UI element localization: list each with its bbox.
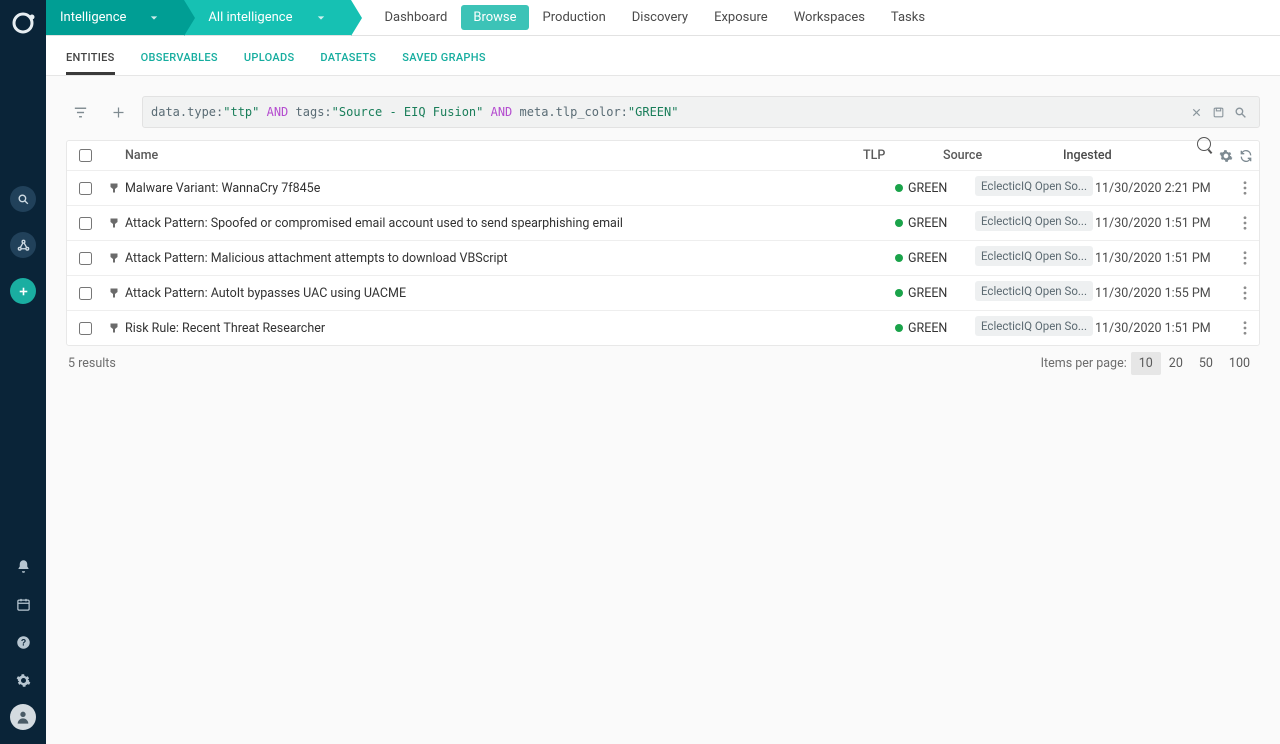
table-row[interactable]: Attack Pattern: Malicious attachment att… [67,241,1259,276]
row-name: Attack Pattern: Malicious attachment att… [125,251,895,266]
row-checkbox[interactable] [79,287,92,300]
entity-type-icon [103,252,125,264]
gear-icon[interactable] [9,666,37,694]
table-row[interactable]: Attack Pattern: AutoIt bypasses UAC usin… [67,276,1259,311]
sub-tabs: ENTITIES OBSERVABLES UPLOADS DATASETS SAVED … [46,36,1280,76]
header-source[interactable]: Source [943,148,1063,163]
add-icon[interactable] [10,278,36,304]
row-source: EclecticIQ Open So... [975,176,1095,200]
row-checkbox[interactable] [79,322,92,335]
avatar[interactable] [10,704,36,730]
row-ingested: 11/30/2020 1:51 PM [1095,216,1231,231]
per-page-20[interactable]: 20 [1161,352,1191,375]
table-row[interactable]: Risk Rule: Recent Threat ResearcherGREEN… [67,311,1259,345]
graph-icon[interactable] [10,232,36,258]
row-ingested: 11/30/2020 1:55 PM [1095,286,1231,301]
calendar-icon[interactable] [9,590,37,618]
breadcrumb-level2[interactable]: All intelligence [184,0,350,35]
table-row[interactable]: Malware Variant: WannaCry 7f845eGREENEcl… [67,171,1259,206]
per-page-100[interactable]: 100 [1221,352,1258,375]
query-text: data.type:"ttp" AND tags:"Source - EIQ F… [151,105,1185,119]
row-ingested: 11/30/2020 2:21 PM [1095,181,1231,196]
per-page-50[interactable]: 50 [1191,352,1221,375]
row-actions-icon[interactable] [1231,216,1259,230]
refresh-icon[interactable] [1239,149,1253,163]
row-source: EclecticIQ Open So... [975,246,1095,270]
breadcrumb-level2-label: All intelligence [208,10,292,25]
row-actions-icon[interactable] [1231,286,1259,300]
row-checkbox[interactable] [79,252,92,265]
row-tlp: GREEN [895,251,975,266]
select-all-checkbox[interactable] [79,149,92,162]
filter-icon[interactable] [66,98,94,126]
query-input[interactable]: data.type:"ttp" AND tags:"Source - EIQ F… [142,96,1260,128]
header-tlp[interactable]: TLP [863,148,943,163]
app-logo [10,10,36,36]
row-actions-icon[interactable] [1231,321,1259,335]
row-actions-icon[interactable] [1231,251,1259,265]
top-nav: DashboardBrowseProductionDiscoveryExposu… [373,5,938,30]
row-tlp: GREEN [895,286,975,301]
table-header: Name TLP Source Ingested [67,141,1259,171]
table-row[interactable]: Attack Pattern: Spoofed or compromised e… [67,206,1259,241]
items-per-page-label: Items per page: [1041,356,1127,371]
row-checkbox[interactable] [79,217,92,230]
row-name: Malware Variant: WannaCry 7f845e [125,181,895,196]
nav-production[interactable]: Production [531,5,618,30]
left-sidebar: ? [0,0,46,744]
entity-type-icon [103,182,125,194]
entity-type-icon [103,322,125,334]
row-name: Risk Rule: Recent Threat Researcher [125,321,895,336]
nav-discovery[interactable]: Discovery [620,5,700,30]
header-ingested[interactable]: Ingested [1063,148,1199,163]
results-table: Name TLP Source Ingested Malware Variant… [66,140,1260,346]
nav-dashboard[interactable]: Dashboard [373,5,460,30]
search-icon[interactable] [1229,101,1251,123]
clear-icon[interactable] [1185,101,1207,123]
top-bar: Intelligence All intelligence DashboardB… [46,0,1280,36]
per-page-10[interactable]: 10 [1131,352,1161,375]
entity-type-icon [103,287,125,299]
table-footer: 5 results Items per page: 102050100 [46,346,1280,381]
row-source: EclecticIQ Open So... [975,316,1095,340]
nav-tasks[interactable]: Tasks [879,5,937,30]
results-count: 5 results [68,356,116,371]
row-tlp: GREEN [895,181,975,196]
add-filter-icon[interactable] [104,98,132,126]
tab-observables[interactable]: OBSERVABLES [141,39,218,75]
row-source: EclecticIQ Open So... [975,211,1095,235]
row-source: EclecticIQ Open So... [975,281,1095,305]
save-query-icon[interactable] [1207,101,1229,123]
bell-icon[interactable] [9,552,37,580]
search-icon[interactable] [10,186,36,212]
row-ingested: 11/30/2020 1:51 PM [1095,251,1231,266]
header-name[interactable]: Name [125,148,863,163]
tab-saved-graphs[interactable]: SAVED GRAPHS [402,39,486,75]
nav-workspaces[interactable]: Workspaces [782,5,877,30]
nav-exposure[interactable]: Exposure [702,5,780,30]
items-per-page: Items per page: 102050100 [1041,356,1258,371]
breadcrumb-level1-label: Intelligence [60,10,126,25]
entity-type-icon [103,217,125,229]
svg-text:?: ? [20,637,25,647]
row-actions-icon[interactable] [1231,181,1259,195]
query-row: data.type:"ttp" AND tags:"Source - EIQ F… [46,76,1280,140]
tab-datasets[interactable]: DATASETS [320,39,376,75]
tab-entities[interactable]: ENTITIES [66,39,115,75]
help-icon[interactable]: ? [9,628,37,656]
columns-settings-icon[interactable] [1219,149,1233,163]
tab-uploads[interactable]: UPLOADS [244,39,295,75]
row-tlp: GREEN [895,216,975,231]
breadcrumb-level1[interactable]: Intelligence [46,0,184,35]
row-tlp: GREEN [895,321,975,336]
row-name: Attack Pattern: AutoIt bypasses UAC usin… [125,286,895,301]
row-checkbox[interactable] [79,182,92,195]
chevron-down-icon [317,14,325,22]
nav-browse[interactable]: Browse [461,5,528,30]
row-ingested: 11/30/2020 1:51 PM [1095,321,1231,336]
row-name: Attack Pattern: Spoofed or compromised e… [125,216,895,231]
chevron-down-icon [150,14,158,22]
